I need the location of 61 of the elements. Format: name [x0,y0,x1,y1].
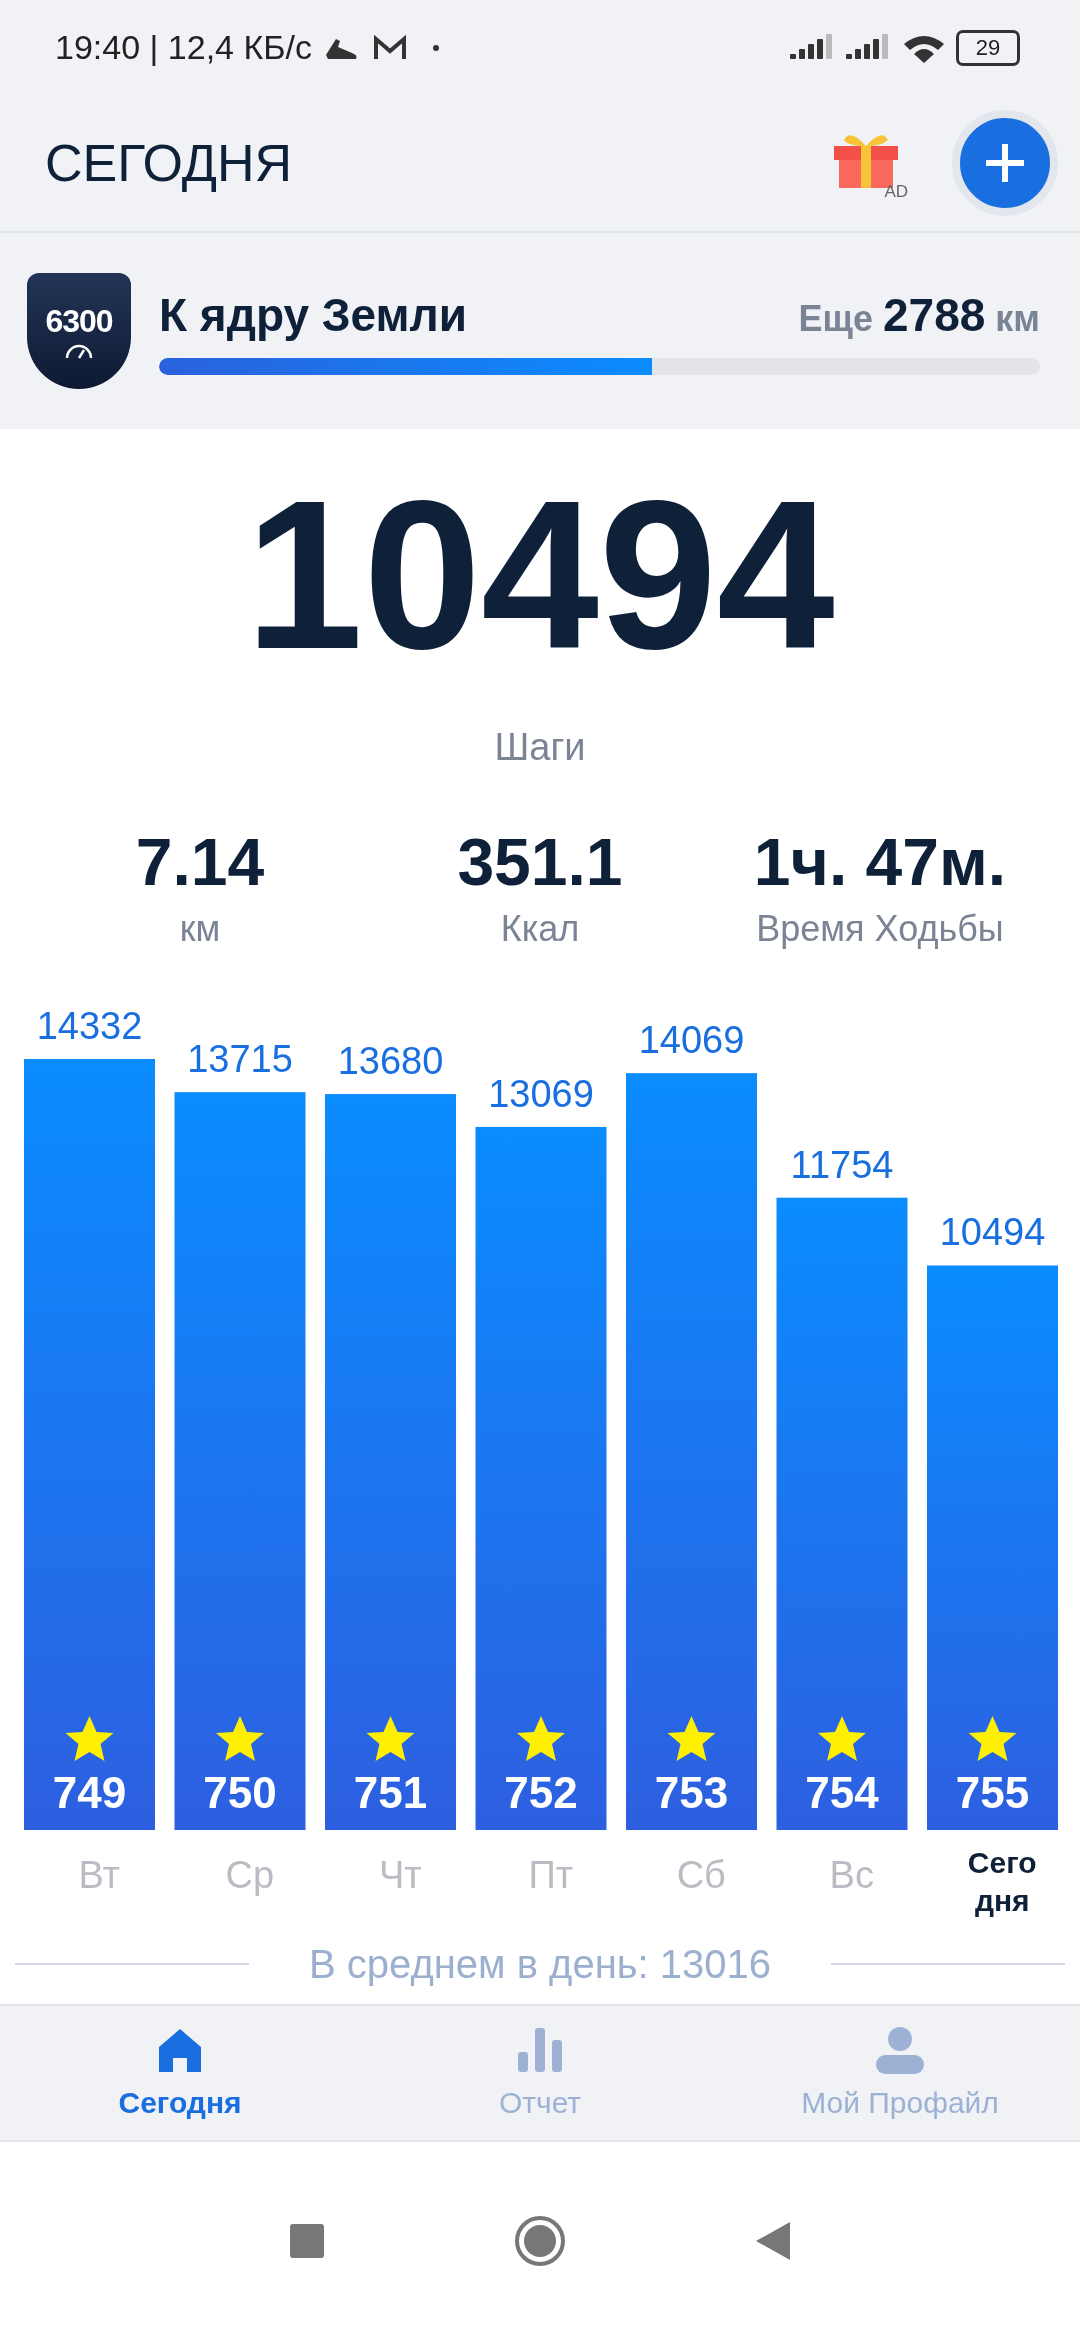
plus-icon [983,141,1027,185]
remaining-unit: км [995,297,1040,340]
bar-value: 11754 [790,1143,894,1186]
goal-title: К ядру Земли [159,287,468,342]
back-icon[interactable] [756,2222,790,2260]
stat-label: Ккал [500,908,580,950]
reward-number: 749 [52,1768,127,1817]
daily-average: В среднем в день: 13016 [309,1941,771,1987]
home-icon [156,2026,204,2074]
dot-icon [432,43,440,52]
stat-value: 7.14 [135,824,265,900]
bar-value: 14069 [638,1019,745,1062]
reward-number: 753 [654,1768,729,1817]
stat-label: км [179,908,221,950]
page-title: СЕГОДНЯ [45,133,293,193]
remaining-distance: 2788 [883,287,986,342]
bar-value: 13680 [337,1040,444,1083]
star-icon [968,1716,1017,1761]
star-icon [517,1716,565,1761]
chart-bar[interactable] [927,1265,1058,1830]
bar-value: 10494 [939,1211,1046,1254]
status-time: 19:40 | 12,4 КБ/с [55,28,312,67]
bar-chart-icon [516,2026,564,2074]
step-count: 10494 [245,469,835,681]
goal-card[interactable]: 6300 К ядру Земли Еще 2788 км [0,233,1080,429]
reward-number: 750 [203,1768,277,1817]
reward-number: 755 [955,1768,1030,1817]
star-icon [667,1716,716,1761]
home-button-icon[interactable] [514,2215,566,2267]
person-icon [874,2026,926,2074]
day-label: Пт [527,1854,575,1898]
stat-value: 351.1 [457,824,623,900]
steps-label: Шаги [494,726,586,769]
reward-number: 754 [805,1768,879,1817]
day-label: Сегодня [966,1845,1038,1919]
chart-bar[interactable] [475,1126,607,1830]
battery-level: 29 [975,34,1001,61]
ad-label: AD [884,182,908,202]
star-icon [366,1716,415,1761]
bar-value: 13715 [187,1038,293,1081]
gauge-icon [64,343,94,360]
day-label: Сб [675,1854,727,1898]
reward-number: 752 [504,1768,578,1817]
chart-bar[interactable] [174,1092,306,1830]
day-label: Ср [224,1854,276,1898]
day-label: Чт [377,1854,423,1898]
star-icon [65,1716,114,1761]
star-icon [818,1716,866,1761]
remaining-label: Еще [798,297,873,340]
bar-value: 14332 [36,1005,143,1047]
chart-bar[interactable] [626,1073,757,1830]
star-icon [216,1716,264,1761]
nav-tab[interactable]: Сегодня [0,2006,360,2140]
stat-label: Время Ходьбы [756,908,1004,950]
bar-value: 13069 [488,1072,594,1115]
day-label: Вс [828,1854,875,1898]
badge-number: 6300 [45,302,113,340]
reward-number: 751 [353,1768,428,1817]
day-label: Вт [77,1854,121,1898]
chart-bar[interactable] [776,1197,908,1830]
stat-value: 1ч. 47м. [753,824,1007,900]
